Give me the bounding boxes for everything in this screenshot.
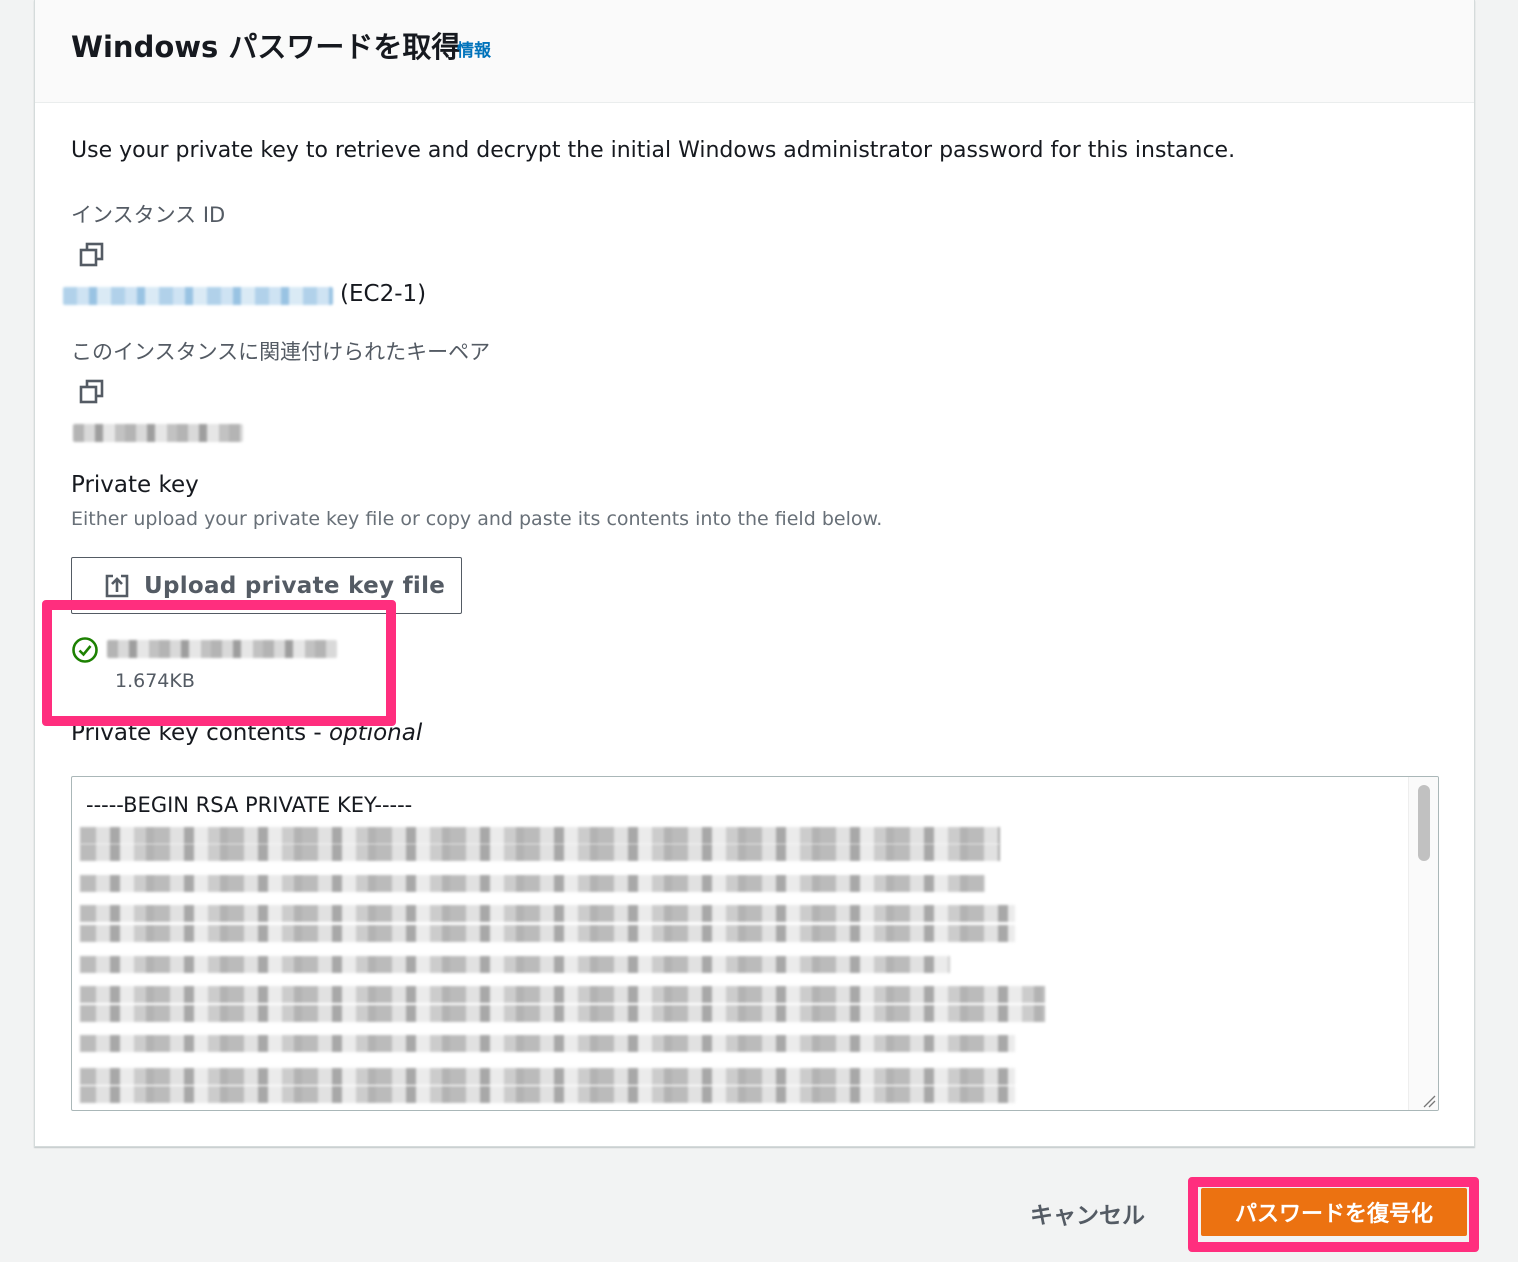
instance-id-redacted [63, 287, 333, 305]
key-line-redacted [80, 875, 985, 892]
upload-icon [105, 574, 129, 597]
instance-name: (EC2-1) [340, 281, 427, 307]
scroll-thumb[interactable] [1418, 785, 1430, 861]
key-pair-label: このインスタンスに関連付けられたキーペア [71, 340, 491, 364]
key-line-redacted [80, 844, 1000, 861]
upload-button-label: Upload private key file [144, 572, 446, 599]
key-line-redacted [80, 1086, 1015, 1103]
copy-icon[interactable] [79, 379, 105, 405]
key-line-redacted [80, 1068, 1015, 1085]
info-link[interactable]: 情報 [457, 36, 491, 61]
private-key-contents-textarea[interactable]: -----BEGIN RSA PRIVATE KEY----- [71, 776, 1439, 1111]
cancel-button[interactable]: キャンセル [1030, 1196, 1145, 1230]
key-line-redacted [80, 956, 950, 973]
description-text: Use your private key to retrieve and dec… [71, 138, 1236, 163]
key-pair-redacted [73, 424, 243, 442]
key-first-line: -----BEGIN RSA PRIVATE KEY----- [86, 793, 413, 817]
panel-header: Windows パスワードを取得 情報 [35, 0, 1474, 103]
key-line-redacted [80, 1035, 1015, 1052]
resize-handle-icon[interactable] [1422, 1094, 1436, 1108]
key-line-redacted [80, 905, 1015, 922]
private-key-label: Private key [71, 472, 199, 498]
private-key-hint: Either upload your private key file or c… [71, 508, 883, 530]
page-title: Windows パスワードを取得 [71, 30, 461, 64]
file-highlight-box [42, 600, 396, 726]
key-line-redacted [80, 1005, 1045, 1022]
copy-icon[interactable] [79, 242, 105, 268]
get-password-panel: Windows パスワードを取得 情報 Use your private key… [34, 0, 1475, 1147]
textarea-scrollbar[interactable] [1408, 777, 1438, 1110]
key-line-redacted [80, 827, 1000, 844]
key-line-redacted [80, 986, 1045, 1003]
decrypt-password-button[interactable]: パスワードを復号化 [1201, 1188, 1467, 1236]
instance-id-label: インスタンス ID [71, 203, 226, 227]
key-line-redacted [80, 925, 1015, 942]
